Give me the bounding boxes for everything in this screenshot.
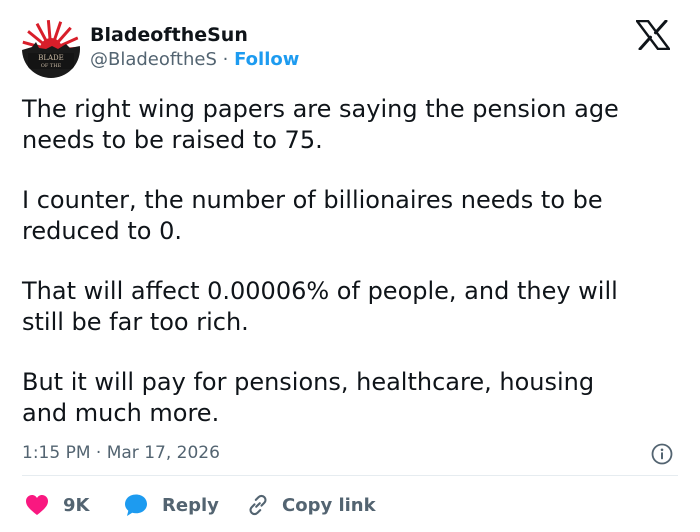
like-button[interactable]: 9K [25,492,89,518]
separator-dot: · [222,49,229,70]
tweet-paragraph: I counter, the number of billionaires ne… [22,185,682,246]
handle-row: @BladeoftheS · Follow [90,49,299,71]
copy-link-label: Copy link [282,494,376,516]
speech-bubble-icon [125,494,147,516]
tweet-line: needs to be raised to 75. [22,125,323,154]
tweet-line: The right wing papers are saying the pen… [22,95,619,123]
tweet-line: still be far too rich. [22,307,249,336]
avatar-text-top: BLADE [38,54,64,62]
avatar[interactable]: BLADE OF THE [22,20,80,78]
tweet-line: That will affect 0.00006% of people, and… [22,277,618,305]
tweet-card: BLADE OF THE BladeoftheSun @BladeoftheS … [0,0,700,532]
like-count: 9K [63,494,90,516]
reply-label: Reply [162,494,219,516]
follow-button[interactable]: Follow [234,49,299,70]
tweet-paragraph: The right wing papers are saying the pen… [22,94,682,155]
avatar-image: BLADE OF THE [22,20,80,78]
info-icon[interactable] [651,443,673,465]
reply-button[interactable]: Reply [124,492,219,518]
avatar-text-bottom: OF THE [41,63,62,69]
tweet-paragraph: That will affect 0.00006% of people, and… [22,276,682,337]
link-icon [249,494,267,516]
tweet-line: But it will pay for pensions, healthcare… [22,368,595,396]
copy-link-button[interactable]: Copy link [246,492,376,518]
user-handle[interactable]: @BladeoftheS [90,49,217,70]
divider [22,475,678,476]
tweet-line: reduced to 0. [22,216,182,245]
heart-icon [26,495,48,515]
x-logo-icon[interactable] [635,19,671,51]
tweet-timestamp[interactable]: 1:15 PM · Mar 17, 2026 [22,441,220,465]
tweet-text: The right wing papers are saying the pen… [22,94,682,428]
display-name[interactable]: BladeoftheSun [90,23,248,47]
tweet-line: I counter, the number of billionaires ne… [22,186,603,214]
tweet-line: and much more. [22,398,220,427]
tweet-paragraph: But it will pay for pensions, healthcare… [22,367,682,428]
